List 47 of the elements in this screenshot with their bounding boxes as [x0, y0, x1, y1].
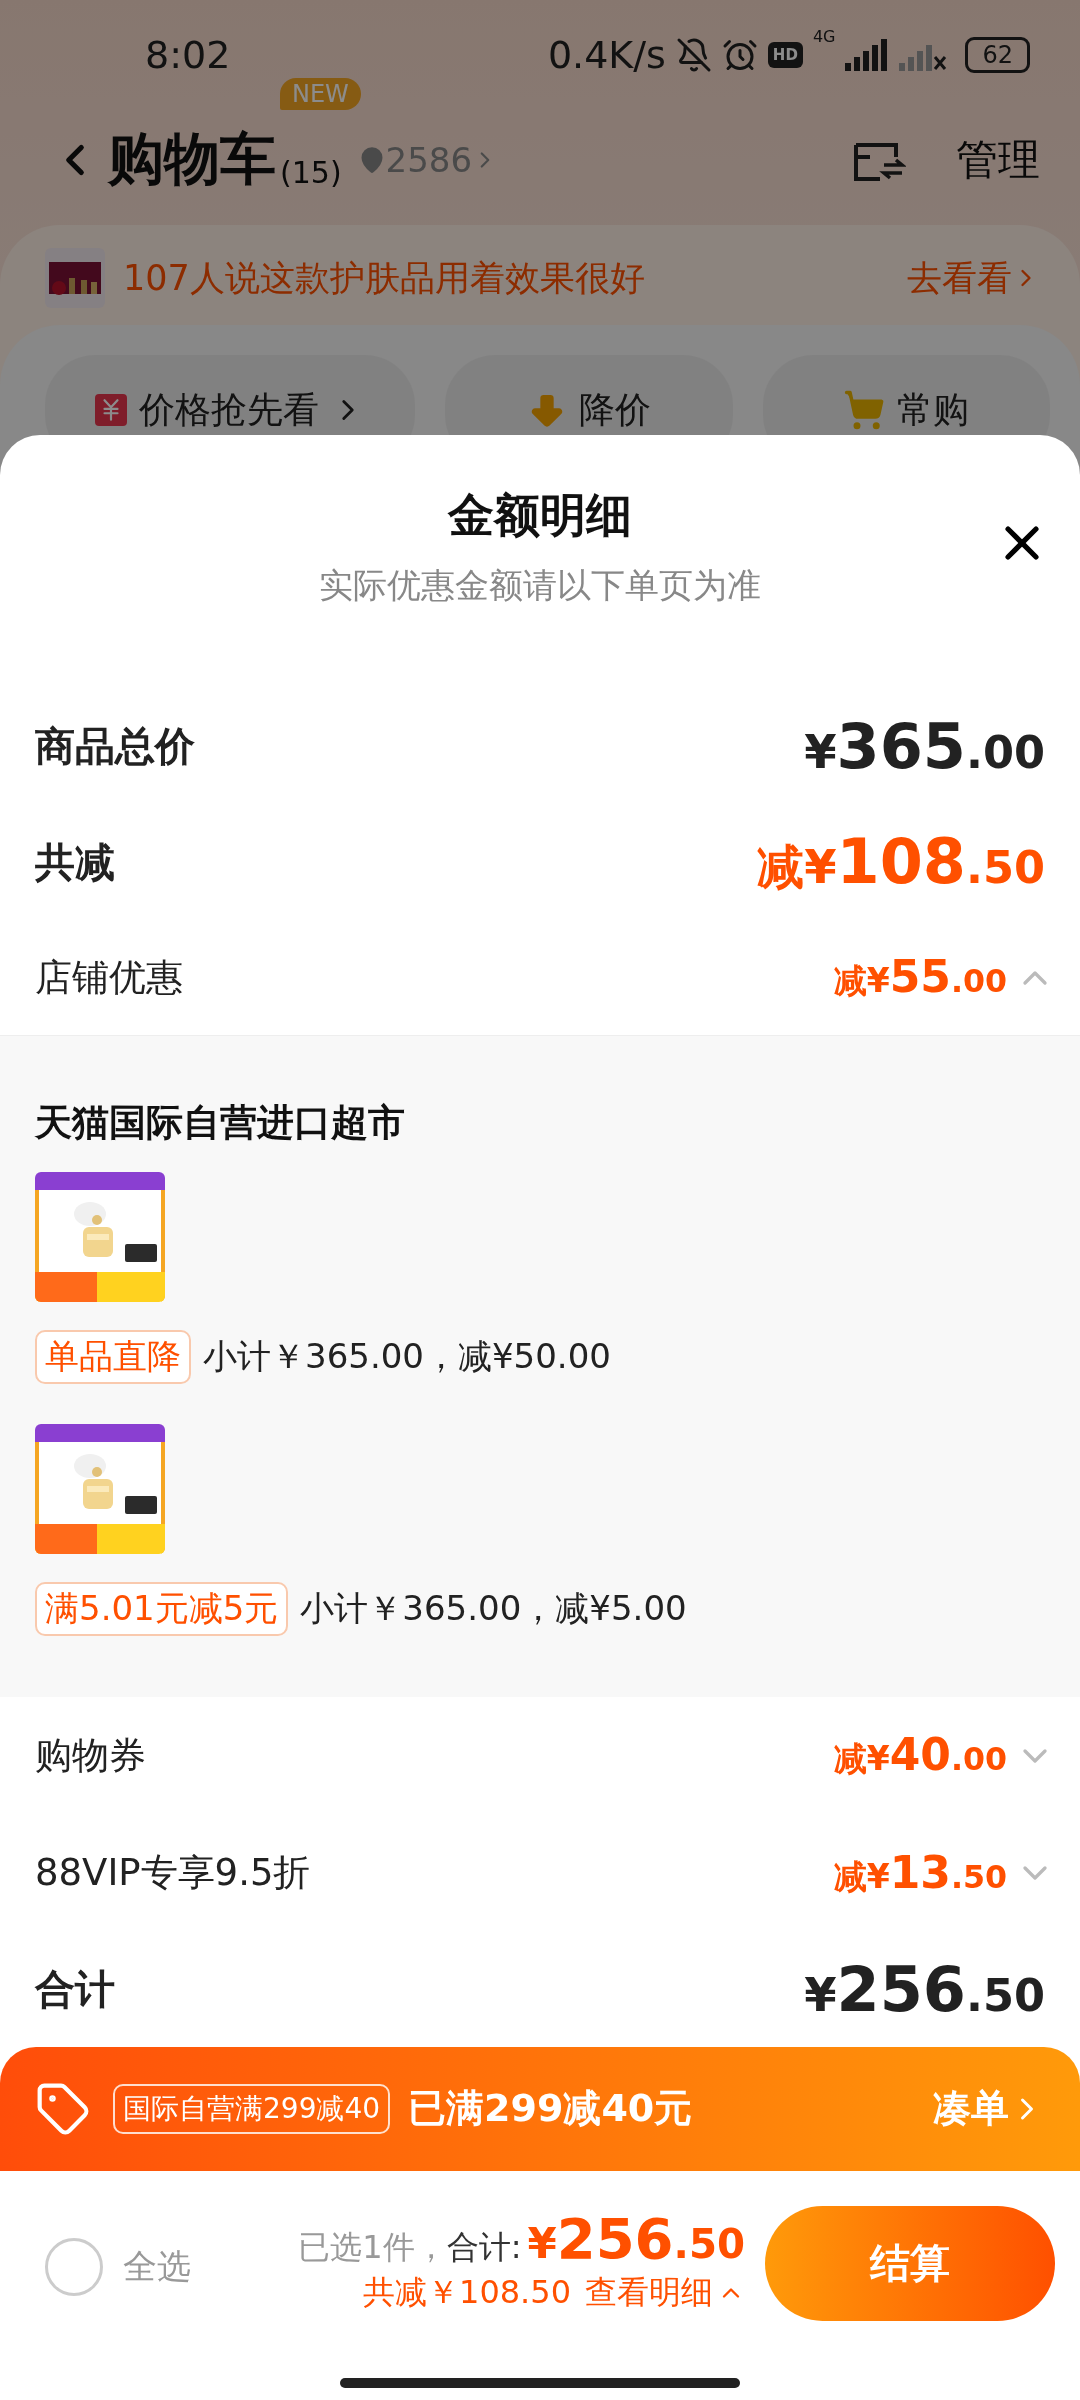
- amount: 减¥13.50: [833, 1846, 1007, 1900]
- total-savings: 共减￥108.50: [363, 2271, 571, 2313]
- checkout-button[interactable]: 结算: [765, 2205, 1055, 2321]
- row-label: 商品总价: [35, 722, 195, 772]
- view-details-link[interactable]: 查看明细: [585, 2270, 745, 2315]
- network-type: 4G: [812, 27, 836, 46]
- row-label: 88VIP专享9.5折: [35, 1850, 311, 1897]
- amount: 减¥55.00: [833, 951, 1007, 1005]
- sheet-title: 金额明细: [448, 487, 632, 544]
- home-indicator[interactable]: [340, 2378, 740, 2388]
- amount: ¥256.50: [527, 2205, 745, 2271]
- add-items-link[interactable]: 凑单: [933, 2083, 1045, 2135]
- row-label: 购物券: [35, 1733, 146, 1779]
- item-subtotal: 小计￥365.00，减¥5.00: [300, 1587, 687, 1631]
- bell-off-icon: [675, 37, 712, 73]
- row-label: 店铺优惠: [35, 954, 183, 1001]
- item-count: (15): [280, 155, 342, 190]
- promo-tag: 单品直降: [35, 1330, 191, 1385]
- cart-icon: [843, 389, 886, 431]
- total-label: 合计:: [446, 2226, 522, 2268]
- amount: 减¥108.50: [757, 825, 1045, 900]
- selected-count: 已选1件，: [298, 2226, 447, 2268]
- promo-tag: 国际自营满299减40: [113, 2083, 391, 2134]
- promo-tag: 满5.01元减5元: [35, 1582, 289, 1637]
- row-label: 合计: [35, 1964, 115, 2014]
- alarm-icon: [721, 37, 758, 73]
- new-badge: NEW: [280, 78, 361, 110]
- price-tag-icon: [95, 394, 128, 426]
- amount: ¥365.00: [804, 710, 1045, 784]
- location-code[interactable]: 2586: [385, 140, 473, 180]
- battery-icon: 62: [965, 37, 1030, 73]
- status-time: 8:02: [145, 33, 231, 77]
- network-speed: 0.4K/s: [547, 33, 666, 77]
- view-link[interactable]: 去看看: [907, 254, 1040, 302]
- promo-text: 已满299减40元: [408, 2085, 693, 2133]
- amount: 减¥40.00: [833, 1729, 1007, 1783]
- sheet-subtitle: 实际优惠金额请以下单页为准: [319, 564, 761, 607]
- hd-badge: HD: [767, 42, 803, 68]
- store-name: 天猫国际自营进口超市: [35, 1100, 406, 1147]
- signal-icon: [845, 39, 890, 71]
- amount: ¥256.50: [804, 1952, 1045, 2026]
- item-subtotal: 小计￥365.00，减¥50.00: [203, 1335, 611, 1379]
- select-all-label: 全选: [123, 2244, 191, 2288]
- row-label: 共减: [35, 837, 115, 887]
- manage-button[interactable]: 管理: [956, 132, 1040, 188]
- banner-text: 107人说这款护肤品用着效果很好: [123, 256, 645, 300]
- page-title: 购物车: [108, 125, 276, 193]
